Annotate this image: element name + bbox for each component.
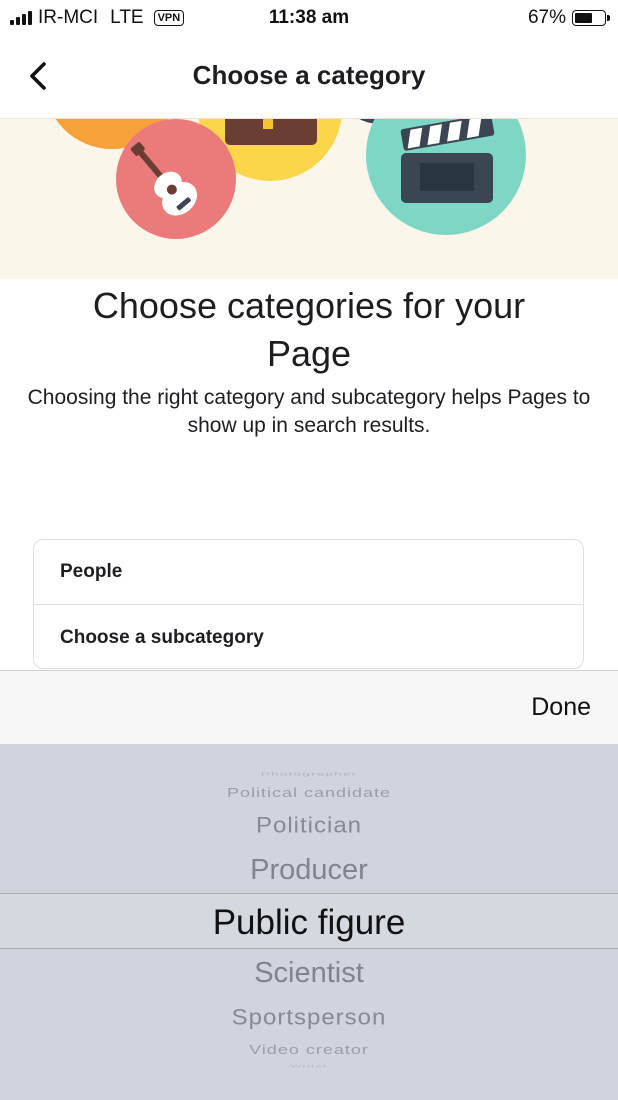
done-button[interactable]: Done	[531, 693, 591, 722]
picker-item[interactable]: Political candidate	[0, 787, 618, 800]
picker-item[interactable]: Photographer	[0, 772, 618, 777]
nav-bar: Choose a category	[0, 36, 618, 118]
subcategory-picker[interactable]: Photographer Political candidate Politicia…	[0, 744, 618, 1100]
picker-item[interactable]: Writer	[0, 1064, 618, 1068]
briefcase-icon	[225, 119, 317, 145]
category-card: People Choose a subcategory	[33, 539, 584, 669]
battery-percent: 67%	[527, 7, 566, 28]
picker-item[interactable]: Scientist	[0, 958, 618, 988]
section-description: Choosing the right category and subcateg…	[27, 386, 591, 437]
picker-item[interactable]: Video creator	[0, 1044, 618, 1057]
battery-nub	[607, 15, 610, 21]
battery-icon	[572, 10, 610, 26]
clapperboard-icon	[400, 119, 495, 203]
picker-item[interactable]: Politician	[0, 815, 618, 837]
subcategory-field[interactable]: Choose a subcategory	[34, 605, 583, 668]
category-field[interactable]: People	[34, 540, 583, 605]
picker-item-selected[interactable]: Public figure	[0, 905, 618, 940]
hero-art	[55, 119, 526, 239]
hero-illustration	[0, 118, 618, 279]
status-bar: IR-MCI LTE VPN 11:38 am 67%	[0, 0, 618, 36]
status-time: 11:38 am	[268, 7, 350, 28]
picker-item[interactable]: Producer	[0, 855, 618, 885]
page-title: Choose a category	[192, 60, 426, 90]
status-right: 67%	[527, 7, 610, 29]
picker-item[interactable]: Sportsperson	[0, 1006, 618, 1029]
picker-toolbar: Done	[0, 670, 618, 744]
section-heading: Choose categories for your Page	[92, 285, 526, 374]
battery-fill	[575, 13, 592, 23]
